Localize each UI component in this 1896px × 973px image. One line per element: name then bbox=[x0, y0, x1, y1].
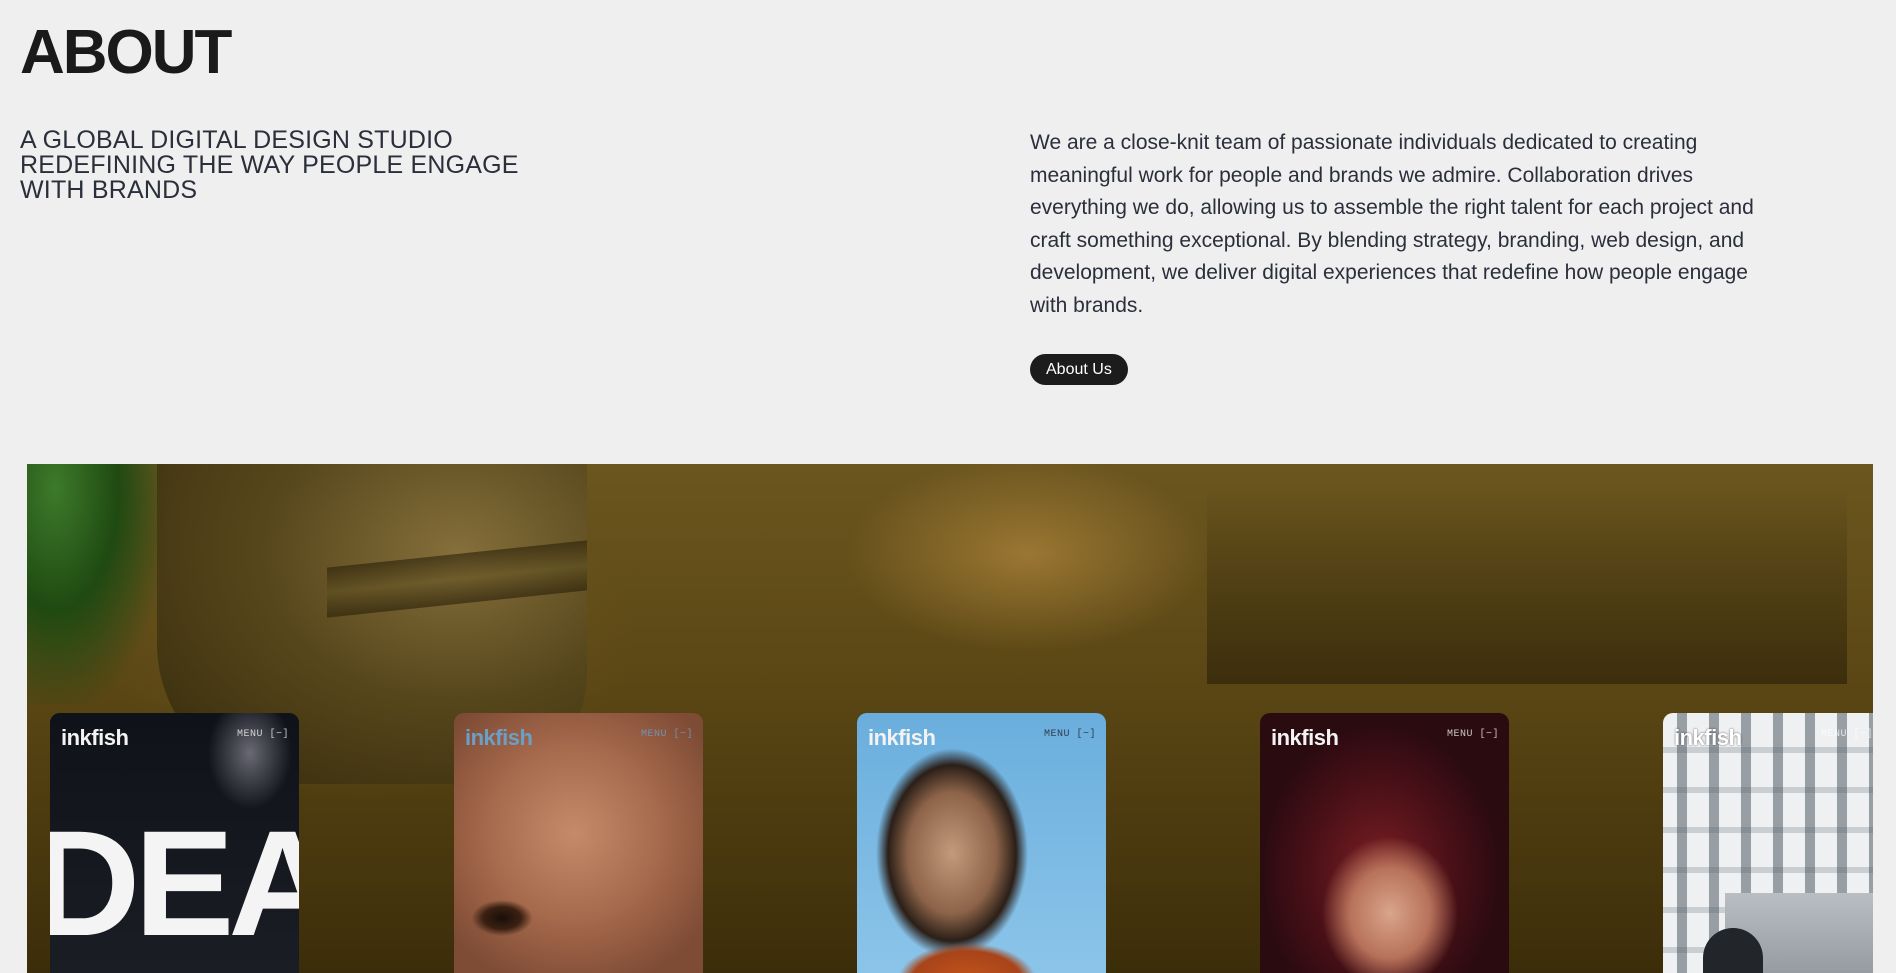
about-page: ABOUT A GLOBAL DIGITAL DESIGN STUDIO RED… bbox=[0, 0, 1896, 973]
project-card[interactable]: inkfish MENU [−] bbox=[1260, 713, 1509, 973]
project-card-image bbox=[1260, 713, 1509, 973]
card-menu-label: MENU [−] bbox=[1446, 729, 1499, 740]
inkfish-logo: inkfish bbox=[1271, 725, 1339, 750]
inkfish-logo: inkfish bbox=[868, 725, 936, 750]
hero-background-shadow bbox=[1207, 484, 1847, 684]
hero-background-plant bbox=[27, 464, 167, 704]
project-card[interactable]: inkfish MENU [−] bbox=[1663, 713, 1873, 973]
studio-tagline: A GLOBAL DIGITAL DESIGN STUDIO REDEFININ… bbox=[20, 126, 519, 204]
project-card-image bbox=[857, 713, 1106, 973]
card-menu-label: MENU [−] bbox=[1820, 729, 1873, 740]
project-card-headline: DEA bbox=[50, 799, 299, 967]
card-menu-label: MENU [−] bbox=[640, 729, 693, 740]
about-us-button[interactable]: About Us bbox=[1030, 354, 1128, 385]
inkfish-logo: inkfish bbox=[1674, 725, 1742, 750]
project-card-image bbox=[454, 713, 703, 973]
inkfish-logo: inkfish bbox=[465, 725, 533, 750]
project-card[interactable]: inkfish MENU [−] bbox=[857, 713, 1106, 973]
page-title: ABOUT bbox=[20, 18, 232, 87]
card-menu-label: MENU [−] bbox=[1043, 729, 1096, 740]
project-card[interactable]: inkfish MENU [−] bbox=[454, 713, 703, 973]
card-menu-label: MENU [−] bbox=[236, 729, 289, 740]
inkfish-logo: inkfish bbox=[61, 725, 129, 750]
project-card[interactable]: DEA inkfish MENU [−] bbox=[50, 713, 299, 973]
intro-paragraph: We are a close-knit team of passionate i… bbox=[1030, 131, 1754, 317]
hero-showcase: DEA inkfish MENU [−] inkfish MENU [−] in… bbox=[27, 464, 1873, 973]
